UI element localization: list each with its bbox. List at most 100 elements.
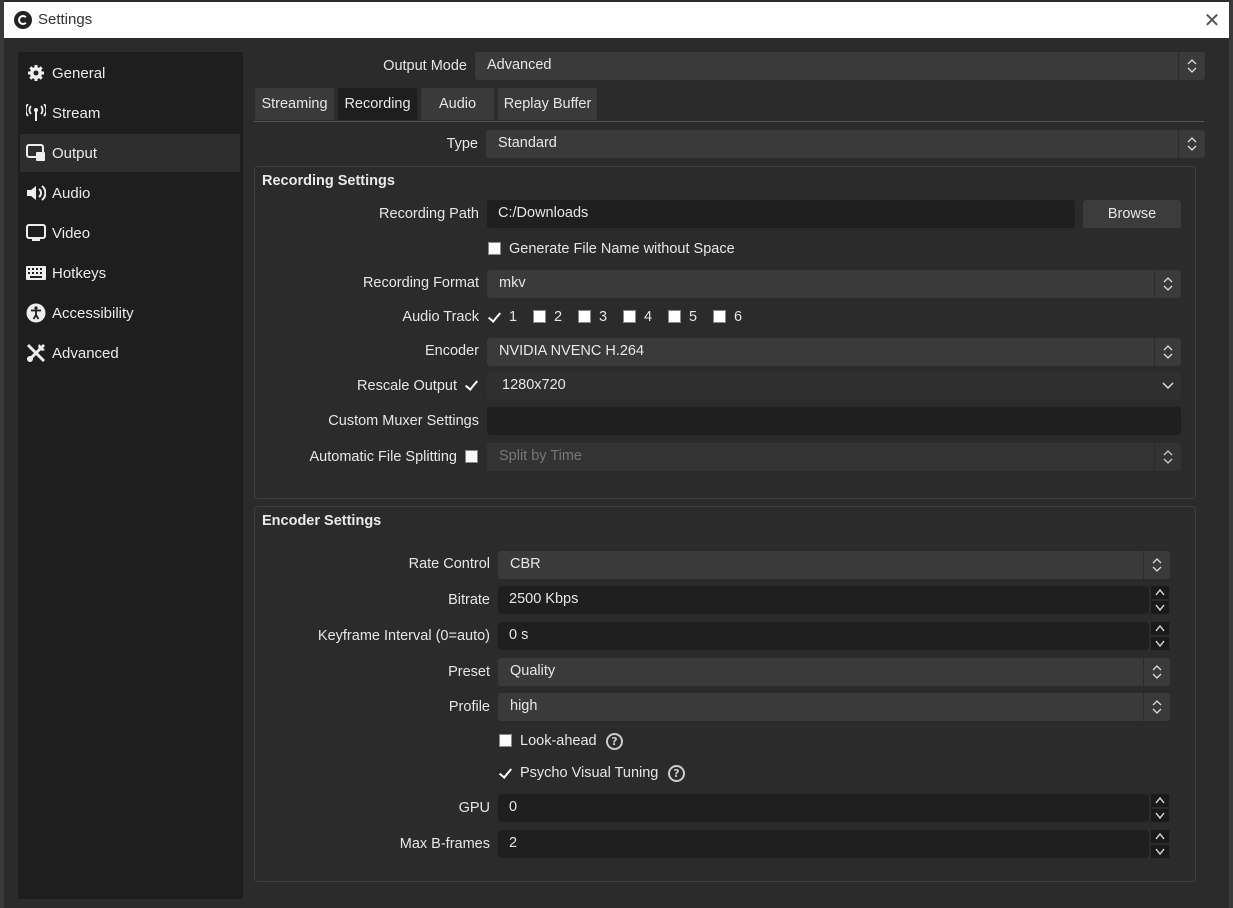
rescale-output-select[interactable]: 1280x720 (487, 372, 1181, 400)
help-icon[interactable]: ? (668, 765, 685, 782)
max-bframes-label: Max B-frames (399, 836, 490, 852)
profile-value: high (510, 698, 538, 714)
file-splitting-checkbox[interactable] (465, 450, 478, 463)
updown-chevron-icon (1154, 270, 1181, 298)
lookahead-label: Look-ahead (520, 733, 597, 749)
recording-path-value: C:/Downloads (498, 205, 589, 221)
sidebar-item-audio[interactable]: Audio (20, 174, 240, 212)
title-bar: Settings ✕ (4, 2, 1229, 38)
recording-format-value: mkv (499, 275, 526, 291)
updown-chevron-icon (1154, 338, 1181, 366)
sidebar-item-output[interactable]: Output (20, 134, 240, 172)
recording-format-label: Recording Format (362, 275, 479, 291)
sidebar-item-label: Output (52, 144, 98, 162)
recording-settings-title: Recording Settings (262, 173, 395, 189)
browse-button[interactable]: Browse (1083, 200, 1181, 228)
chevron-up-icon[interactable] (1151, 586, 1169, 599)
chevron-down-icon[interactable] (1151, 601, 1169, 614)
chevron-down-icon[interactable] (1151, 845, 1169, 858)
gpu-label: GPU (458, 800, 490, 816)
keyframe-interval-value: 0 s (509, 627, 529, 643)
audio-track-4-checkbox[interactable] (623, 310, 636, 323)
lookahead-checkbox[interactable] (499, 734, 512, 747)
gpu-field[interactable]: 0 (498, 794, 1149, 822)
file-splitting-select[interactable]: Split by Time (487, 443, 1181, 471)
audio-track-2-label: 2 (554, 309, 563, 325)
generate-filename-label: Generate File Name without Space (509, 241, 735, 257)
obs-logo-icon (14, 11, 32, 29)
audio-track-6-checkbox[interactable] (713, 310, 726, 323)
chevron-down-icon (1155, 372, 1181, 400)
recording-format-select[interactable]: mkv (487, 270, 1181, 298)
preset-select[interactable]: Quality (498, 658, 1170, 686)
profile-label: Profile (448, 699, 490, 715)
sidebar-item-label: Advanced (52, 344, 119, 362)
audio-track-5-checkbox[interactable] (668, 310, 681, 323)
sidebar-item-label: Audio (52, 184, 91, 202)
recording-path-label: Recording Path (379, 206, 479, 222)
preset-label: Preset (448, 664, 490, 680)
audio-track-1-checkbox[interactable] (488, 310, 501, 323)
chevron-up-icon[interactable] (1151, 622, 1169, 635)
gpu-spinner[interactable] (1149, 794, 1171, 822)
rescale-output-label: Rescale Output (357, 378, 457, 394)
bitrate-field[interactable]: 2500 Kbps (498, 586, 1149, 614)
type-select[interactable]: Standard (486, 130, 1205, 158)
audio-track-label: Audio Track (402, 309, 479, 325)
chevron-down-icon[interactable] (1151, 809, 1169, 822)
audio-track-2-checkbox[interactable] (533, 310, 546, 323)
psycho-visual-label: Psycho Visual Tuning (520, 765, 659, 781)
bitrate-label: Bitrate (448, 592, 490, 608)
keyframe-interval-field[interactable]: 0 s (498, 622, 1149, 650)
updown-chevron-icon (1178, 52, 1205, 80)
chevron-down-icon[interactable] (1151, 637, 1169, 650)
psycho-visual-checkbox[interactable] (499, 766, 512, 779)
sidebar-item-accessibility[interactable]: Accessibility (20, 294, 240, 332)
type-label: Type (446, 136, 478, 152)
tab-audio[interactable]: Audio (421, 88, 494, 120)
output-mode-value: Advanced (487, 57, 552, 73)
rate-control-select[interactable]: CBR (498, 551, 1170, 579)
custom-muxer-field[interactable] (487, 407, 1181, 435)
keyframe-spinner[interactable] (1149, 622, 1171, 650)
close-button[interactable]: ✕ (1197, 6, 1227, 34)
file-splitting-label: Automatic File Splitting (309, 449, 457, 465)
sidebar: General Stream Output Audio Video Hotkey… (18, 52, 243, 899)
audio-track-5-label: 5 (689, 309, 698, 325)
audio-track-3-checkbox[interactable] (578, 310, 591, 323)
custom-muxer-label: Custom Muxer Settings (328, 413, 479, 429)
sidebar-item-label: Hotkeys (52, 264, 107, 282)
tab-streaming[interactable]: Streaming (255, 88, 334, 120)
gpu-value: 0 (509, 799, 518, 815)
background-strip-right (1229, 0, 1233, 908)
updown-chevron-icon (1154, 443, 1181, 471)
file-splitting-value: Split by Time (499, 448, 582, 464)
tab-replay-buffer[interactable]: Replay Buffer (498, 88, 597, 120)
encoder-settings-title: Encoder Settings (262, 513, 382, 529)
max-bframes-field[interactable]: 2 (498, 830, 1149, 858)
keyframe-interval-label: Keyframe Interval (0=auto) (317, 628, 490, 644)
profile-select[interactable]: high (498, 693, 1170, 721)
output-mode-select[interactable]: Advanced (475, 52, 1205, 80)
rescale-output-checkbox[interactable] (465, 378, 478, 391)
rate-control-label: Rate Control (408, 556, 490, 572)
sidebar-item-hotkeys[interactable]: Hotkeys (20, 254, 240, 292)
max-bframes-spinner[interactable] (1149, 830, 1171, 858)
output-mode-label: Output Mode (383, 58, 467, 74)
encoder-select[interactable]: NVIDIA NVENC H.264 (487, 338, 1181, 366)
tools-icon (26, 343, 46, 363)
sidebar-item-video[interactable]: Video (20, 214, 240, 252)
bitrate-spinner[interactable] (1149, 586, 1171, 614)
updown-chevron-icon (1143, 658, 1170, 686)
recording-path-field[interactable]: C:/Downloads (487, 200, 1075, 228)
tab-recording[interactable]: Recording (338, 88, 417, 120)
sidebar-item-stream[interactable]: Stream (20, 94, 240, 132)
generate-filename-checkbox[interactable] (488, 242, 501, 255)
chevron-up-icon[interactable] (1151, 794, 1169, 807)
sidebar-item-general[interactable]: General (20, 54, 240, 92)
sidebar-item-label: General (52, 64, 106, 82)
sidebar-item-advanced[interactable]: Advanced (20, 334, 240, 372)
type-value: Standard (498, 135, 557, 151)
help-icon[interactable]: ? (606, 733, 623, 750)
chevron-up-icon[interactable] (1151, 830, 1169, 843)
